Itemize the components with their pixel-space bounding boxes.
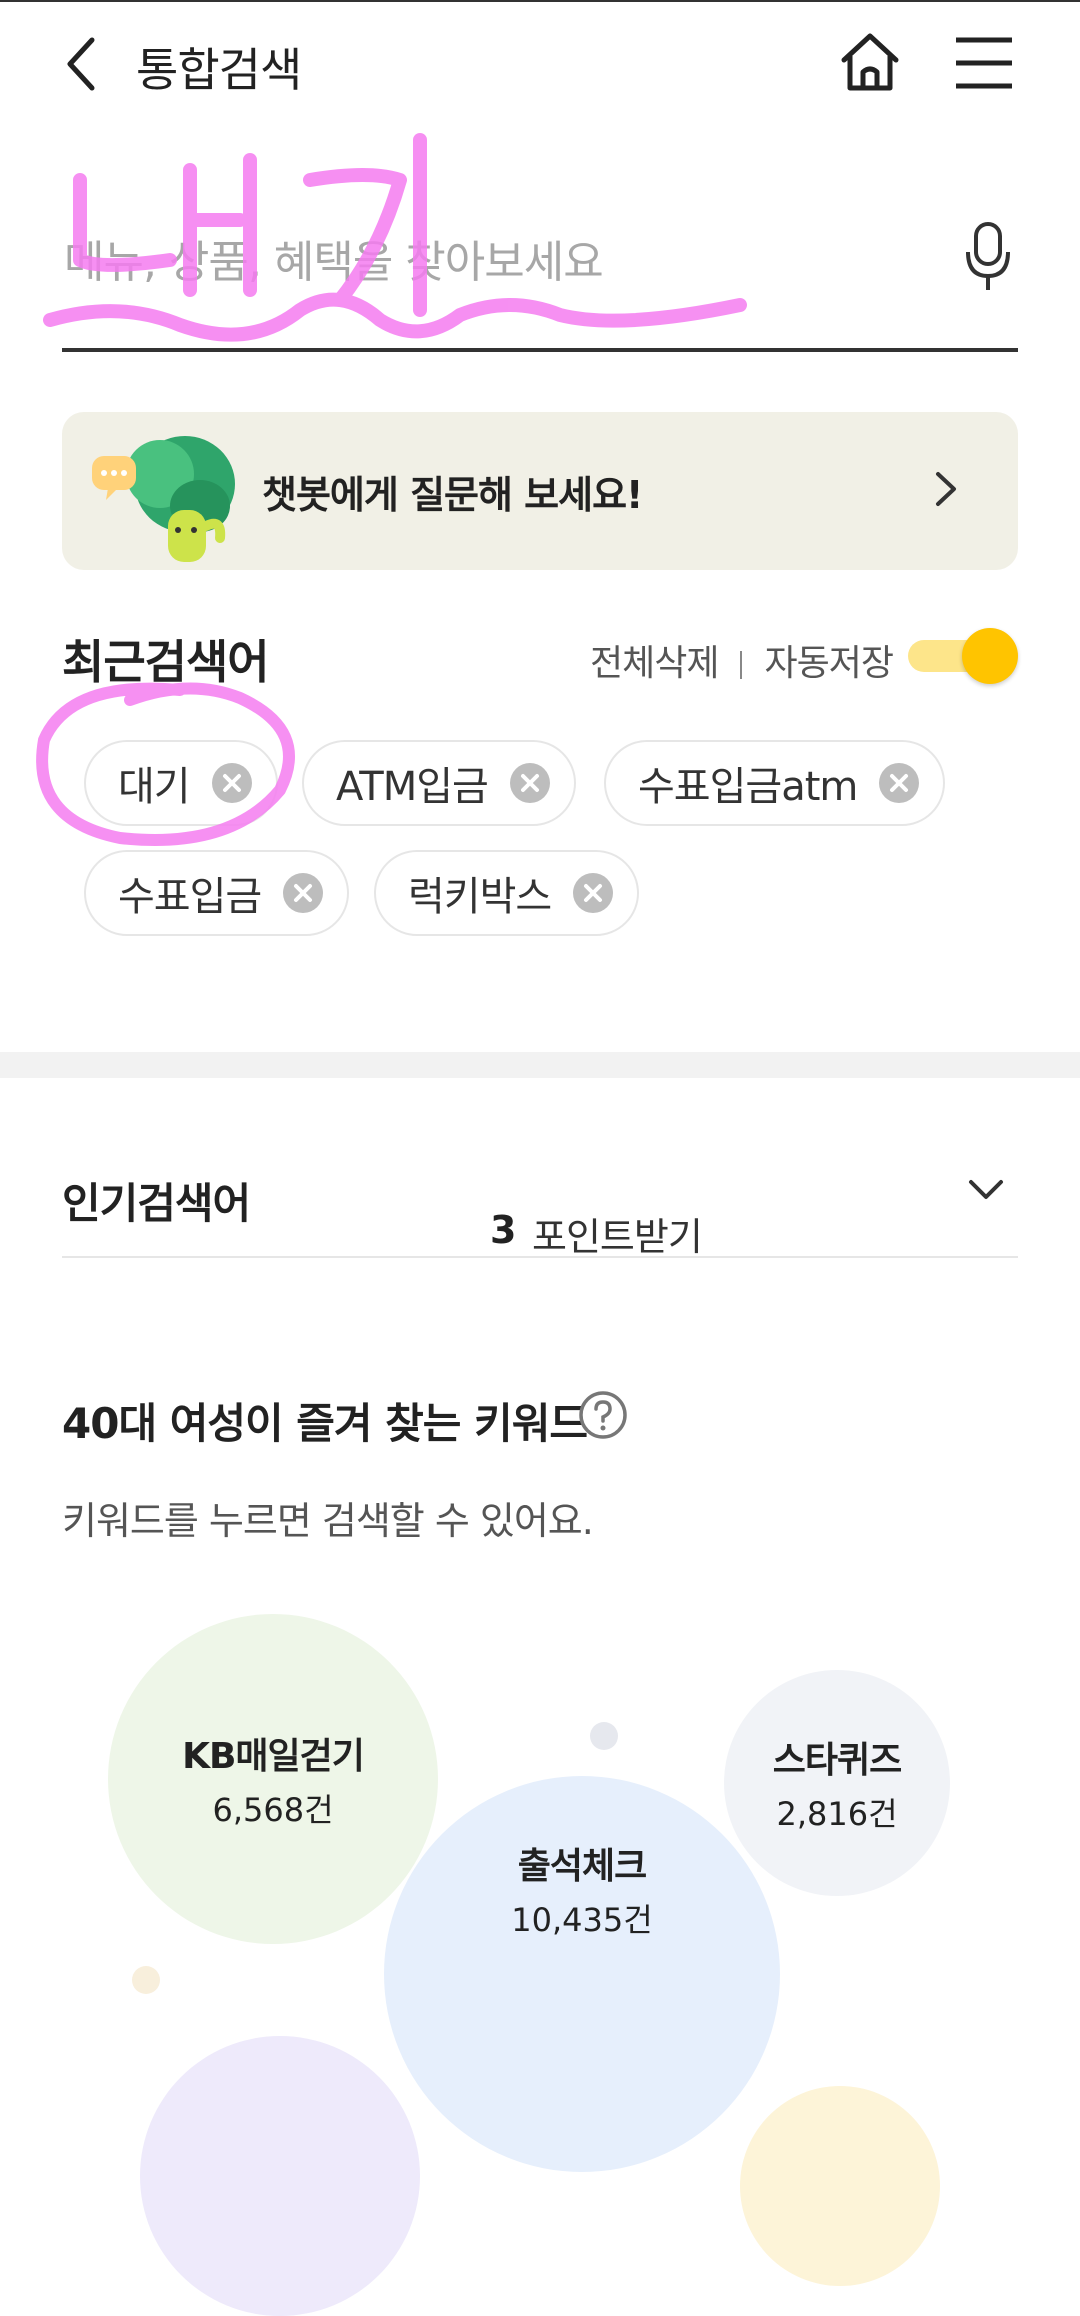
keyword-bubble[interactable]: KB매일걷기 6,568건 (108, 1614, 438, 1944)
chevron-down-icon[interactable] (968, 1178, 1004, 1202)
keyword-bubble[interactable]: 출석체크 10,435건 (384, 1776, 780, 2172)
popular-searches-title: 인기검색어 (62, 1179, 251, 1228)
decorative-dot (132, 1966, 160, 1994)
page-title: 통합검색 (136, 43, 302, 97)
keyword-count: 6,568건 (212, 1791, 334, 1829)
decorative-bubble (140, 2036, 420, 2316)
keyword-name: 스타퀴즈 (772, 1740, 902, 1781)
menu-icon[interactable] (954, 36, 1014, 90)
search-input[interactable] (62, 226, 926, 298)
circle-annotation (36, 682, 295, 846)
auto-save-label: 자동저장 (764, 643, 893, 684)
home-icon[interactable] (836, 28, 904, 96)
divider (740, 651, 743, 679)
search-bar (62, 200, 1018, 352)
chatbot-mascot-icon (92, 436, 235, 562)
delete-all-button[interactable]: 전체삭제 (590, 643, 719, 684)
chip-label: 럭키박스 (408, 874, 552, 920)
help-icon[interactable] (578, 1390, 628, 1440)
keyword-name: KB매일걷기 (182, 1736, 365, 1777)
chip-label: 수표입금 (118, 874, 262, 920)
keyword-count: 2,816건 (776, 1795, 898, 1833)
section-divider (0, 1052, 1080, 1078)
chatbot-banner[interactable]: 챗봇에게 질문해 보세요! (62, 412, 1018, 570)
recent-chip[interactable]: 럭키박스 (374, 850, 640, 936)
back-arrow-icon[interactable] (58, 32, 106, 96)
remove-chip-icon[interactable] (509, 763, 550, 803)
recent-chip[interactable]: ATM입금 (302, 740, 576, 826)
recent-chip[interactable]: 수표입금atm (604, 740, 946, 826)
popular-keyword[interactable]: 포인트받기 (532, 1206, 703, 1261)
decorative-dot (590, 1722, 618, 1750)
recent-chip[interactable]: 수표입금 (84, 850, 350, 936)
popular-searches-row[interactable]: 인기검색어 3 포인트받기 (62, 1150, 1018, 1261)
toggle-knob (962, 628, 1018, 684)
chip-label: ATM입금 (336, 764, 489, 810)
keyword-count: 10,435건 (511, 1901, 653, 1939)
header: 통합검색 (0, 0, 1080, 130)
recent-actions: 전체삭제 자동저장 (590, 634, 894, 686)
remove-chip-icon[interactable] (879, 763, 920, 803)
decorative-bubble (740, 2086, 940, 2286)
chatbot-label: 챗봇에게 질문해 보세요! (262, 473, 643, 517)
chevron-right-icon (936, 472, 956, 506)
remove-chip-icon[interactable] (283, 873, 324, 913)
remove-chip-icon[interactable] (573, 873, 614, 913)
chip-label: 수표입금atm (638, 764, 858, 810)
keywords-title: 40대 여성이 즐겨 찾는 키워드 (62, 1399, 588, 1448)
auto-save-toggle[interactable] (908, 628, 1020, 684)
keyword-name: 출석체크 (517, 1846, 647, 1887)
keywords-subtitle: 키워드를 누르면 검색할 수 있어요. (62, 1499, 594, 1543)
popular-rank: 3 (490, 1208, 517, 1252)
keyword-bubble[interactable]: 스타퀴즈 2,816건 (724, 1670, 950, 1896)
microphone-icon[interactable] (962, 220, 1014, 296)
